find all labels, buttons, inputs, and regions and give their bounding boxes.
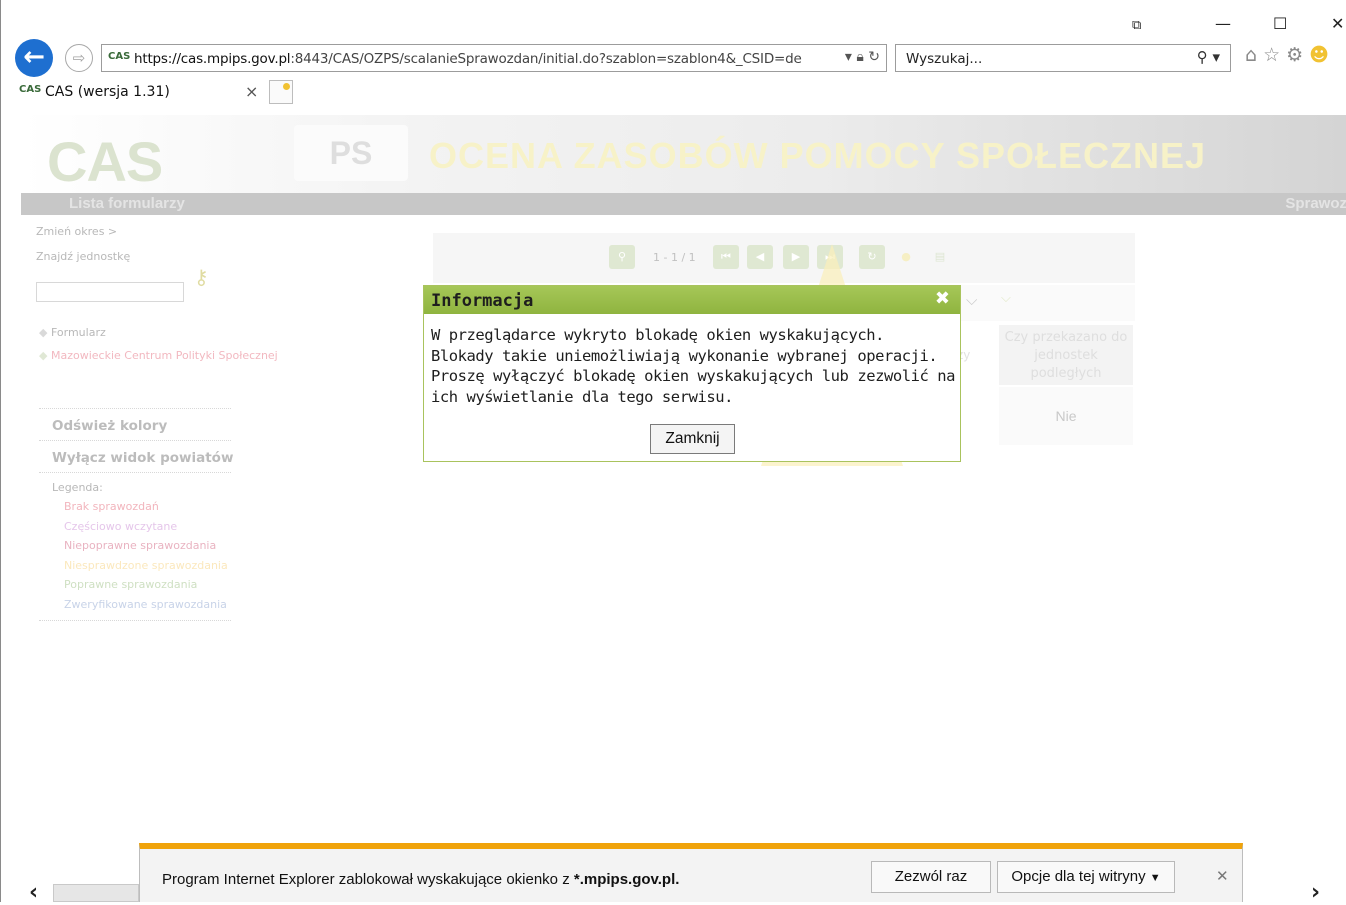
close-dialog-button[interactable]: Zamknij bbox=[650, 424, 735, 454]
popup-blocked-notification: Program Internet Explorer zablokował wys… bbox=[139, 843, 1243, 902]
chevron-down-icon: ▼ bbox=[1149, 872, 1161, 884]
search-box[interactable]: Wyszukaj... ⚲ ▾ bbox=[895, 44, 1231, 72]
allow-once-button[interactable]: Zezwól raz bbox=[871, 861, 991, 893]
cas-logo: CAS bbox=[47, 130, 163, 193]
info-dialog: Informacja ✖ W przeglądarce wykryto blok… bbox=[423, 285, 961, 462]
legend-label: Legenda: bbox=[52, 481, 103, 494]
search-grid-icon[interactable]: ⚲ bbox=[609, 245, 635, 269]
tree-item-form-label: Formularz bbox=[50, 326, 106, 339]
find-unit-input[interactable] bbox=[36, 282, 184, 302]
legend-item: Niepoprawne sprawozdania bbox=[64, 539, 217, 552]
divider bbox=[39, 408, 231, 409]
notification-message-text: Program Internet Explorer zablokował wys… bbox=[162, 871, 574, 888]
gear-icon[interactable]: ⚙ bbox=[1286, 44, 1309, 66]
nav-forms-list[interactable]: Lista formularzy bbox=[69, 195, 185, 212]
dropdown-icon[interactable]: ▾ bbox=[845, 49, 852, 65]
legend-item: Zweryfikowane sprawozdania bbox=[64, 598, 227, 611]
lock-icon[interactable]: 🔒︎ bbox=[856, 49, 863, 65]
site-favicon: CAS bbox=[108, 51, 131, 62]
refresh-icon[interactable]: ↻ bbox=[868, 49, 880, 65]
legend-item: Niesprawdzone sprawozdania bbox=[64, 559, 228, 572]
chevron-down-icon[interactable]: ⌵ bbox=[966, 291, 977, 309]
notification-host: *.mpips.gov.pl. bbox=[573, 871, 680, 888]
address-actions: ▾ 🔒︎ ↻ bbox=[845, 49, 880, 65]
new-tab-button[interactable] bbox=[269, 80, 293, 104]
print-icon[interactable]: ▤ bbox=[927, 245, 953, 269]
star-icon[interactable]: ☆ bbox=[1263, 44, 1286, 66]
address-bar[interactable]: CAS https://cas.mpips.gov.pl:8443/CAS/OZ… bbox=[101, 44, 887, 72]
forward-button[interactable]: ⇨ bbox=[65, 44, 93, 72]
dialog-message-line: ich wyświetlanie dla tego serwisu. bbox=[431, 387, 733, 406]
url-rest: :8443/CAS/OZPS/scalanieSprawozdan/initia… bbox=[290, 51, 802, 67]
dialog-titlebar[interactable]: Informacja ✖ bbox=[424, 286, 960, 314]
tree-item-unit-label: Mazowieckie Centrum Polityki Społecznej bbox=[50, 349, 278, 362]
table-cell: Nie bbox=[999, 387, 1133, 445]
dialog-title: Informacja bbox=[431, 291, 534, 311]
horizontal-scrollbar[interactable] bbox=[53, 884, 139, 902]
back-button[interactable]: ← bbox=[15, 39, 53, 77]
notification-message: Program Internet Explorer zablokował wys… bbox=[162, 871, 679, 888]
url-text[interactable]: https://cas.mpips.gov.pl:8443/CAS/OZPS/s… bbox=[134, 51, 802, 67]
back-icon: ← bbox=[23, 42, 45, 72]
minimize-button[interactable]: — bbox=[1215, 14, 1231, 33]
divider bbox=[39, 440, 231, 441]
legend-item: Częściowo wczytane bbox=[64, 520, 178, 533]
divider bbox=[39, 472, 231, 473]
system-title: OCENA ZASOBÓW POMOCY SPOŁECZNEJ bbox=[429, 135, 1207, 176]
nav-reports[interactable]: Sprawoz bbox=[1285, 195, 1346, 212]
tab-favicon: CAS bbox=[19, 84, 42, 95]
reading-view-icon[interactable]: ⧉ bbox=[1132, 18, 1141, 33]
bullet-icon: ◆ bbox=[39, 349, 48, 362]
site-options-label: Opcje dla tej witryny bbox=[1011, 868, 1146, 885]
close-icon[interactable]: ✕ bbox=[1216, 867, 1229, 885]
page-info: 1 - 1 / 1 bbox=[653, 251, 696, 264]
home-icon[interactable]: ⌂ bbox=[1245, 44, 1263, 66]
dialog-message-line: Proszę wyłączyć blokadę okien wyskakując… bbox=[431, 367, 956, 385]
toolbar-icons: ⌂☆⚙☻ bbox=[1245, 44, 1335, 66]
dialog-message: W przeglądarce wykryto blokadę okien wys… bbox=[431, 325, 957, 407]
disable-county-view-button[interactable]: Wyłącz widok powiatów bbox=[52, 450, 233, 466]
smiley-icon[interactable]: ☻ bbox=[1309, 44, 1335, 66]
dialog-message-line: W przeglądarce wykryto blokadę okien wys… bbox=[431, 326, 884, 344]
tree-item-form[interactable]: ◆ Formularz bbox=[39, 326, 106, 339]
nav-bar: Lista formularzy Sprawoz bbox=[21, 193, 1346, 215]
legend-item: Poprawne sprawozdania bbox=[64, 578, 198, 591]
first-page-icon[interactable]: ⏮ bbox=[713, 245, 739, 269]
module-badge: PS bbox=[294, 125, 408, 181]
url-prefix: https://cas. bbox=[134, 51, 208, 67]
search-key-icon[interactable]: ⚷ bbox=[194, 265, 209, 289]
forward-icon: ⇨ bbox=[72, 49, 86, 67]
search-icon[interactable]: ⚲ ▾ bbox=[1197, 48, 1220, 66]
tab-cas[interactable]: CAS CAS (wersja 1.31) × bbox=[13, 80, 269, 106]
url-host: mpips.gov.pl bbox=[207, 51, 291, 67]
chevron-down-icon[interactable]: ⌵ bbox=[1001, 291, 1011, 306]
search-placeholder: Wyszukaj... bbox=[906, 51, 983, 67]
column-header-transferred[interactable]: Czy przekazano do jednostek podległych bbox=[999, 325, 1133, 385]
close-icon[interactable]: ✖ bbox=[935, 288, 950, 309]
tree-item-unit[interactable]: ◆ Mazowieckie Centrum Polityki Społeczne… bbox=[39, 349, 278, 362]
bullet-icon: ◆ bbox=[39, 326, 48, 339]
change-period-link[interactable]: Zmień okres > bbox=[36, 225, 117, 238]
maximize-button[interactable]: ☐ bbox=[1273, 14, 1287, 33]
legend-item: Brak sprawozdań bbox=[64, 500, 159, 513]
browser-window: ⧉ — ☐ ✕ ← ⇨ CAS https://cas.mpips.gov.pl… bbox=[0, 0, 1346, 905]
tab-title: CAS (wersja 1.31) bbox=[45, 84, 170, 100]
divider bbox=[39, 620, 231, 621]
close-window-button[interactable]: ✕ bbox=[1331, 14, 1344, 33]
page-header: CAS PS OCENA ZASOBÓW POMOCY SPOŁECZNEJ bbox=[21, 115, 1346, 193]
scroll-left-icon[interactable]: ‹ bbox=[29, 880, 38, 905]
page-content: CAS PS OCENA ZASOBÓW POMOCY SPOŁECZNEJ L… bbox=[21, 115, 1346, 902]
site-options-button[interactable]: Opcje dla tej witryny ▼ bbox=[997, 861, 1175, 893]
find-unit-label: Znajdź jednostkę bbox=[36, 250, 131, 263]
dialog-message-line: Blokady takie uniemożliwiają wykonanie w… bbox=[431, 346, 938, 365]
tab-close-icon[interactable]: × bbox=[245, 82, 258, 101]
scroll-right-icon[interactable]: › bbox=[1311, 880, 1320, 905]
refresh-colors-button[interactable]: Odśwież kolory bbox=[52, 418, 167, 434]
